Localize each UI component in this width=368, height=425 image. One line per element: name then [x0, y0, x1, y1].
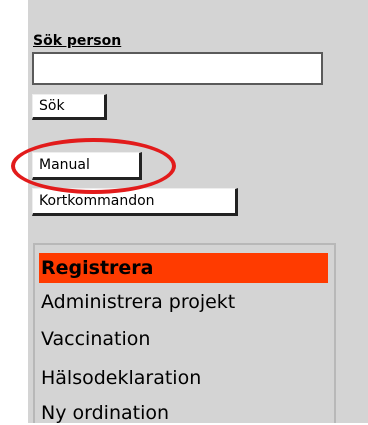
menu-item-administrera-projekt[interactable]: Administrera projekt [41, 290, 235, 314]
shortcuts-button[interactable]: Kortkommandon [32, 188, 238, 216]
menu-item-halsodeklaration[interactable]: Hälsodeklaration [41, 366, 201, 390]
manual-button[interactable]: Manual [32, 152, 142, 180]
search-person-label: Sök person [33, 33, 122, 49]
menu-item-ny-ordination[interactable]: Ny ordination [41, 401, 169, 425]
menu-header-registrera[interactable]: Registrera [39, 253, 328, 283]
menu-item-vaccination[interactable]: Vaccination [41, 327, 150, 351]
search-input[interactable] [32, 52, 323, 85]
search-button[interactable]: Sök [32, 94, 107, 120]
